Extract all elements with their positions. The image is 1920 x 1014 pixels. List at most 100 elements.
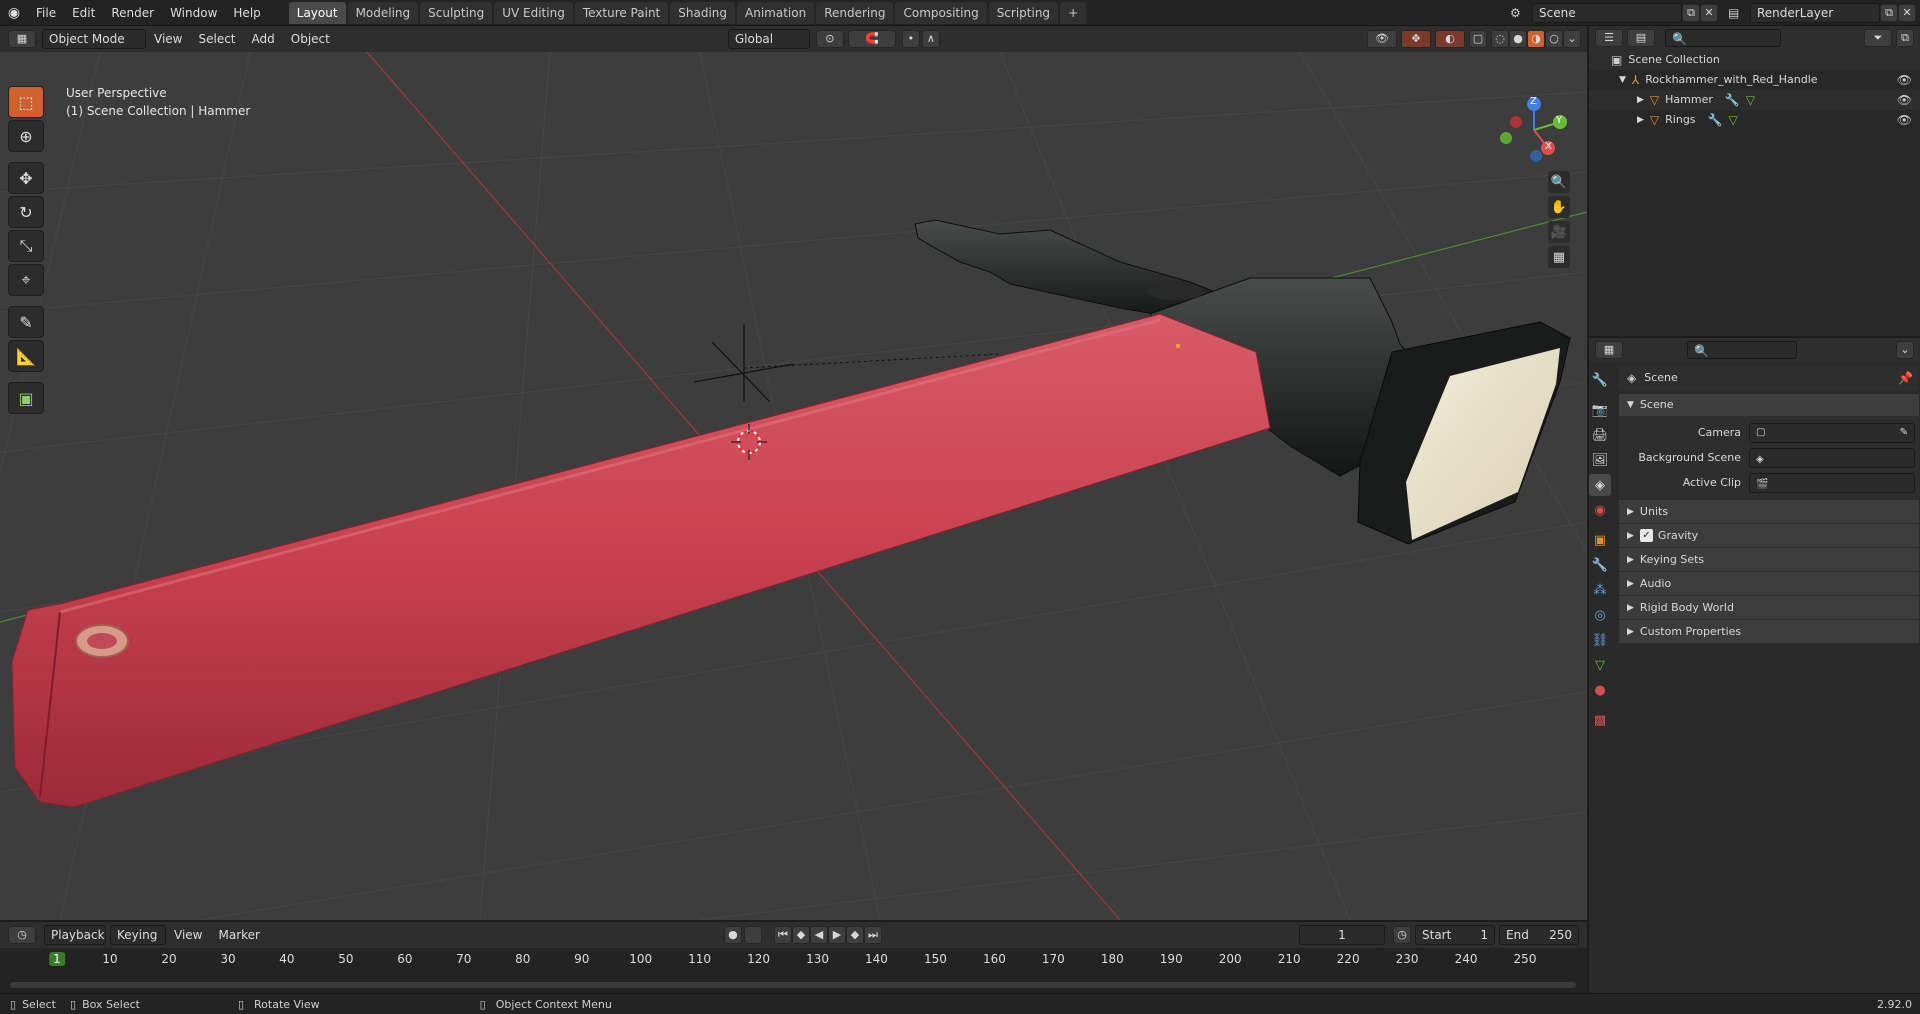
collapse-arrow-icon[interactable]: ▶: [1637, 90, 1644, 110]
physics-tab-icon[interactable]: ◎: [1589, 604, 1611, 626]
ortho-grid-icon[interactable]: ▦: [1548, 246, 1570, 268]
menu-edit[interactable]: Edit: [64, 2, 103, 24]
tab-layout[interactable]: Layout: [288, 1, 346, 24]
zoom-icon[interactable]: 🔍: [1548, 171, 1570, 193]
render-layer-selector[interactable]: RenderLayer: [1750, 2, 1880, 23]
menu-view[interactable]: View: [146, 28, 190, 50]
units-panel-header[interactable]: ▶ Units: [1619, 500, 1919, 524]
menu-select[interactable]: Select: [190, 28, 243, 50]
tool-tab-icon[interactable]: 🔧: [1589, 369, 1611, 391]
output-tab-icon[interactable]: 🖨: [1589, 424, 1611, 446]
blender-logo-icon[interactable]: ◉: [0, 5, 28, 21]
expand-arrow-icon[interactable]: ▼: [1619, 70, 1626, 90]
menu-add[interactable]: Add: [244, 28, 283, 50]
tab-compositing[interactable]: Compositing: [895, 1, 987, 24]
mesh-data-icon[interactable]: ▽: [1729, 110, 1738, 130]
tab-animation[interactable]: Animation: [737, 1, 815, 24]
timeline-editor-type-icon[interactable]: ◷: [8, 926, 36, 944]
proportional-edit-icon[interactable]: •: [901, 30, 920, 48]
play-reverse-icon[interactable]: ◀: [809, 926, 828, 944]
outliner-display-mode-icon[interactable]: ▤: [1627, 29, 1655, 47]
frame-ruler[interactable]: 1 10 20 30 40 50 60 70 80 90 100 110 120 130 140 150 160…: [0, 948, 1587, 972]
eye-icon[interactable]: 👁: [1897, 70, 1912, 90]
active-clip-field[interactable]: 🎬: [1749, 472, 1915, 493]
modifiers-tab-icon[interactable]: 🔧: [1589, 554, 1611, 576]
auto-keying-icon[interactable]: [743, 926, 762, 944]
gravity-checkbox[interactable]: ✓: [1639, 529, 1653, 542]
modifier-wrench-icon[interactable]: 🔧: [1725, 90, 1740, 110]
delete-layer-icon[interactable]: ✕: [1898, 3, 1916, 22]
custom-properties-panel-header[interactable]: ▶ Custom Properties: [1619, 620, 1919, 644]
add-cube-tool-icon[interactable]: ▣: [8, 382, 44, 414]
solid-shading-icon[interactable]: ●: [1509, 30, 1527, 48]
wireframe-shading-icon[interactable]: ◌: [1491, 30, 1509, 48]
prev-keyframe-icon[interactable]: ◆: [791, 926, 810, 944]
camera-view-icon[interactable]: 🎥: [1548, 221, 1570, 243]
properties-editor-type-icon[interactable]: ▦: [1595, 341, 1623, 359]
tab-sculpting[interactable]: Sculpting: [420, 1, 493, 24]
rigid-body-world-panel-header[interactable]: ▶ Rigid Body World: [1619, 596, 1919, 620]
mesh-data-icon[interactable]: ▽: [1746, 90, 1755, 110]
current-frame-field[interactable]: 1: [1299, 925, 1385, 945]
data-tab-icon[interactable]: ▽: [1589, 654, 1611, 676]
tab-modeling[interactable]: Modeling: [347, 1, 419, 24]
delete-scene-icon[interactable]: ✕: [1700, 3, 1718, 22]
visibility-icon[interactable]: 👁: [1367, 30, 1397, 48]
xray-icon[interactable]: ▢: [1469, 30, 1487, 48]
render-tab-icon[interactable]: 📷: [1589, 399, 1611, 421]
3d-viewport[interactable]: User Perspective (1) Scene Collection | …: [0, 52, 1587, 920]
tab-shading[interactable]: Shading: [670, 1, 735, 24]
world-tab-icon[interactable]: ◉: [1589, 499, 1611, 521]
outliner-item-rings[interactable]: ▶ ▽ Rings 🔧 ▽ 👁: [1589, 110, 1920, 130]
outliner-filter-icon[interactable]: ⏷: [1864, 29, 1892, 47]
tab-scripting[interactable]: Scripting: [988, 1, 1059, 24]
next-keyframe-icon[interactable]: ◆: [845, 926, 864, 944]
overlay-toggle-icon[interactable]: ◐: [1435, 30, 1465, 48]
pin-icon[interactable]: 📌: [1898, 368, 1913, 388]
tab-texture-paint[interactable]: Texture Paint: [574, 1, 669, 24]
cursor-tool-icon[interactable]: ⊕: [8, 120, 44, 152]
shading-options-icon[interactable]: ⌄: [1563, 30, 1581, 48]
outliner-item-hammer[interactable]: ▶ ▽ Hammer 🔧 ▽ 👁: [1589, 90, 1920, 110]
snap-icon[interactable]: 🧲: [847, 30, 896, 48]
properties-search-input[interactable]: 🔍: [1687, 341, 1797, 359]
new-layer-icon[interactable]: ⧉: [1880, 3, 1898, 22]
pan-hand-icon[interactable]: ✋: [1548, 196, 1570, 218]
menu-render[interactable]: Render: [103, 2, 162, 24]
outliner-search-input[interactable]: 🔍: [1665, 29, 1781, 47]
scale-tool-icon[interactable]: ⤡: [8, 230, 44, 262]
modifier-wrench-icon[interactable]: 🔧: [1708, 110, 1723, 130]
menu-help[interactable]: Help: [225, 2, 268, 24]
new-scene-icon[interactable]: ⧉: [1682, 3, 1700, 22]
outliner-root[interactable]: ▣ Scene Collection: [1589, 50, 1920, 70]
properties-options-icon[interactable]: ⌄: [1896, 341, 1914, 359]
scene-selector[interactable]: Scene: [1532, 2, 1682, 23]
jump-start-icon[interactable]: ⏮: [773, 926, 792, 944]
navigation-gizmo[interactable]: Z Y X: [1490, 92, 1570, 172]
audio-panel-header[interactable]: ▶ Audio: [1619, 572, 1919, 596]
eyedropper-icon[interactable]: ✎: [1900, 424, 1908, 442]
play-icon[interactable]: ▶: [827, 926, 846, 944]
jump-end-icon[interactable]: ⏭: [863, 926, 882, 944]
menu-file[interactable]: File: [28, 2, 64, 24]
falloff-icon[interactable]: ∧: [921, 30, 940, 48]
tab-rendering[interactable]: Rendering: [816, 1, 894, 24]
end-frame-field[interactable]: End 250: [1499, 925, 1579, 945]
view-layer-tab-icon[interactable]: 🖼: [1589, 449, 1611, 471]
record-icon[interactable]: ●: [723, 926, 742, 944]
keying-menu[interactable]: Keying: [110, 925, 166, 945]
collapse-arrow-icon[interactable]: ▶: [1637, 110, 1644, 130]
rendered-shading-icon[interactable]: ○: [1545, 30, 1563, 48]
menu-object[interactable]: Object: [283, 28, 338, 50]
texture-tab-icon[interactable]: ▩: [1589, 709, 1611, 731]
material-tab-icon[interactable]: ●: [1589, 679, 1611, 701]
eye-icon[interactable]: 👁: [1897, 110, 1912, 130]
start-frame-field[interactable]: Start 1: [1415, 925, 1495, 945]
menu-window[interactable]: Window: [162, 2, 225, 24]
marker-menu[interactable]: Marker: [210, 924, 267, 946]
outliner-item-collection[interactable]: ▼ ⅄ Rockhammer_with_Red_Handle 👁: [1589, 70, 1920, 90]
material-shading-icon[interactable]: ◑: [1527, 30, 1545, 48]
add-workspace-button[interactable]: +: [1060, 1, 1087, 24]
transform-orientation-selector[interactable]: Global: [727, 29, 810, 49]
mode-selector[interactable]: Object Mode: [42, 29, 146, 49]
